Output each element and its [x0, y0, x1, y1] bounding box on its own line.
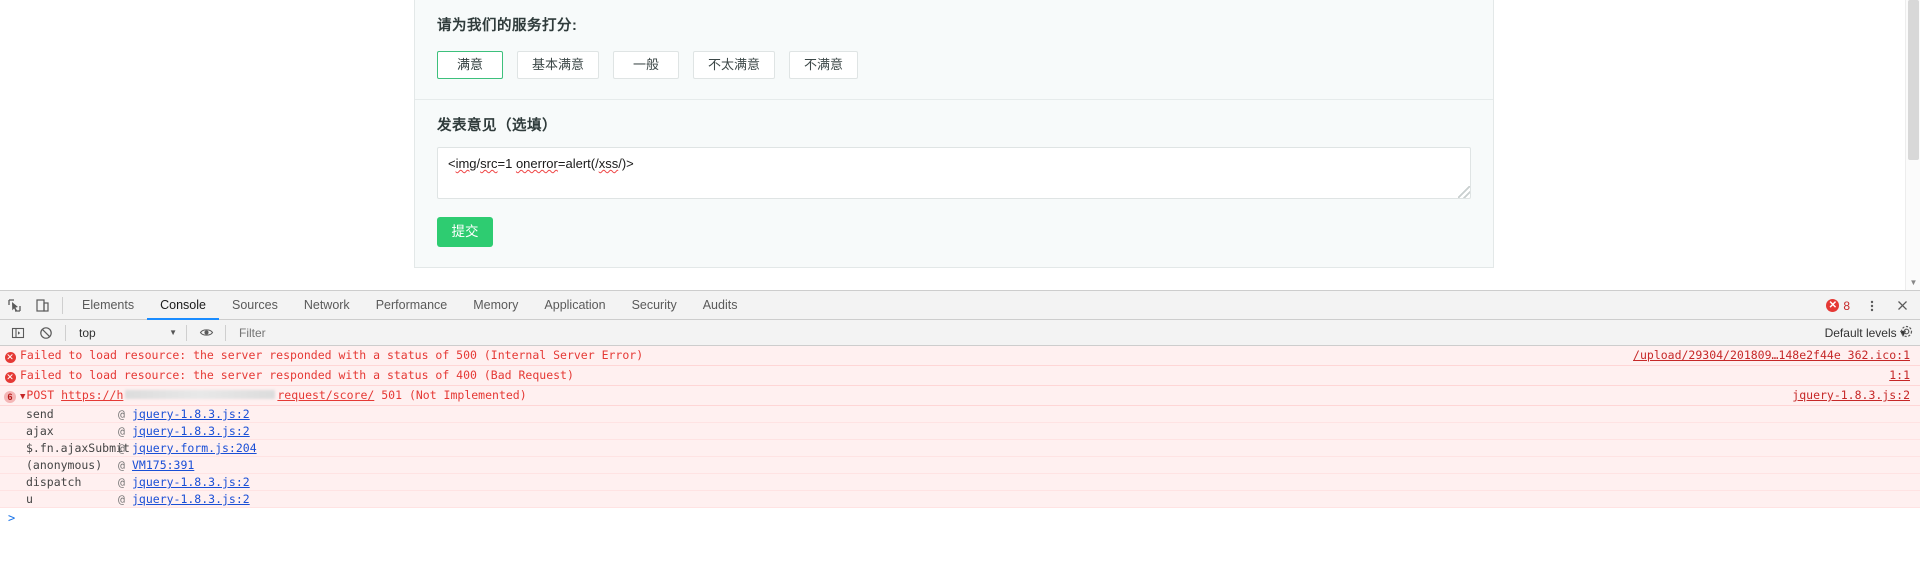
- rating-question-title: 请为我们的服务打分:: [437, 18, 578, 34]
- stack-frame-row: ajax @ jquery-1.8.3.js:2: [0, 423, 1920, 440]
- stack-frame-at: @: [118, 441, 125, 455]
- stack-frame-row: $.fn.ajaxSubmit @ jquery.form.js:204: [0, 440, 1920, 457]
- post-url-suffix: request/score/: [277, 388, 375, 402]
- toolbar-separator-2: [186, 324, 187, 341]
- comment-section: 发表意见（选填） <img/src=1 onerror=alert(/xss/)…: [415, 100, 1493, 267]
- stack-frame-function: dispatch: [26, 475, 82, 489]
- console-message-text: Failed to load resource: the server resp…: [20, 368, 574, 382]
- redacted-url-segment: [125, 390, 276, 399]
- tabbar-separator: [62, 296, 63, 314]
- rating-section: 请为我们的服务打分: 满意 基本满意 一般 不太满意 不满意: [415, 0, 1493, 99]
- rating-options: 满意 基本满意 一般 不太满意 不满意: [437, 51, 1471, 79]
- tab-performance[interactable]: Performance: [363, 291, 461, 320]
- post-method-label: POST: [26, 388, 55, 402]
- comment-input-wrapper: <img/src=1 onerror=alert(/xss/)>: [437, 147, 1471, 199]
- stack-frame-at: @: [118, 407, 125, 421]
- submit-button[interactable]: 提交: [437, 217, 493, 247]
- tab-security[interactable]: Security: [619, 291, 690, 320]
- console-post-error-text: ▼POST https://h request/score/ 501 (Not I…: [20, 388, 1920, 402]
- devtools-tab-list: Elements Console Sources Network Perform…: [69, 291, 750, 320]
- settings-gear-icon[interactable]: [1899, 324, 1914, 339]
- page-scrollbar[interactable]: ▲ ▼: [1905, 0, 1920, 290]
- stack-frame-function: send: [26, 407, 54, 421]
- console-message-source-link[interactable]: /upload/29304/201809…148e2f44e 362.ico:1: [1633, 348, 1910, 362]
- live-expression-icon[interactable]: [192, 319, 220, 347]
- console-message-row[interactable]: ✕ Failed to load resource: the server re…: [0, 346, 1920, 366]
- more-options-icon[interactable]: [1858, 292, 1886, 320]
- clear-console-icon[interactable]: [32, 319, 60, 347]
- error-repeat-count-badge: 6: [0, 388, 20, 403]
- tab-console[interactable]: Console: [147, 291, 219, 320]
- console-prompt-symbol: >: [8, 511, 16, 525]
- stack-frame-source[interactable]: jquery.form.js:204: [132, 441, 257, 455]
- console-filter-input[interactable]: [231, 322, 1815, 343]
- page-scrollbar-thumb[interactable]: [1908, 0, 1919, 160]
- stack-frame-at: @: [118, 424, 125, 438]
- stack-frame-source[interactable]: jquery-1.8.3.js:2: [132, 475, 250, 489]
- error-count-value: 8: [1843, 298, 1850, 313]
- rating-option-unsatisfied[interactable]: 不满意: [789, 51, 859, 79]
- console-sidebar-icon[interactable]: [4, 319, 32, 347]
- survey-card: 请为我们的服务打分: 满意 基本满意 一般 不太满意 不满意 发表意见（选填） …: [414, 0, 1494, 268]
- close-devtools-icon[interactable]: [1888, 292, 1916, 320]
- rating-option-satisfied[interactable]: 满意: [437, 51, 503, 79]
- comment-textarea[interactable]: [437, 147, 1471, 199]
- devtools-tabbar: Elements Console Sources Network Perform…: [0, 291, 1920, 320]
- stack-frame-source[interactable]: jquery-1.8.3.js:2: [132, 492, 250, 506]
- console-post-error-row[interactable]: 6 ▼POST https://h request/score/ 501 (Not…: [0, 386, 1920, 406]
- devtools-tabbar-right: ✕ 8: [1820, 291, 1916, 320]
- console-context-value: top: [79, 325, 96, 340]
- console-filter-toolbar: top ▼ Default levels ▾: [0, 320, 1920, 346]
- stack-frame-source[interactable]: VM175:391: [132, 458, 194, 472]
- rating-option-average[interactable]: 一般: [613, 51, 680, 79]
- scroll-down-arrow[interactable]: ▼: [1906, 275, 1920, 290]
- post-status-text: 501 (Not Implemented): [381, 388, 527, 402]
- error-repeat-count-value: 6: [4, 391, 16, 403]
- stack-frame-function: (anonymous): [26, 458, 103, 472]
- stack-frame-row: dispatch @ jquery-1.8.3.js:2: [0, 474, 1920, 491]
- rating-option-not-very-satisfied[interactable]: 不太满意: [693, 51, 776, 79]
- expand-triangle-icon[interactable]: ▼: [20, 392, 25, 402]
- stack-frame-at: @: [118, 492, 125, 506]
- stack-frame-at: @: [118, 458, 125, 472]
- error-icon: ✕: [4, 372, 16, 383]
- device-toolbar-icon[interactable]: [28, 291, 56, 319]
- stack-frame-row: u @ jquery-1.8.3.js:2: [0, 491, 1920, 508]
- rating-option-mostly-satisfied[interactable]: 基本满意: [517, 51, 600, 79]
- toolbar-separator: [65, 324, 66, 341]
- error-count-badge[interactable]: ✕ 8: [1820, 299, 1856, 313]
- toolbar-separator-3: [225, 324, 226, 341]
- stack-frame-function: u: [26, 492, 33, 506]
- inspect-element-icon[interactable]: [0, 291, 28, 319]
- error-icon: ✕: [4, 352, 16, 363]
- textarea-resize-handle[interactable]: [1458, 186, 1470, 198]
- post-url-prefix: https://h: [61, 388, 124, 402]
- devtools-panel: Elements Console Sources Network Perform…: [0, 290, 1920, 574]
- tab-audits[interactable]: Audits: [690, 291, 751, 320]
- console-message-list: ✕ Failed to load resource: the server re…: [0, 346, 1920, 549]
- web-page-content: 请为我们的服务打分: 满意 基本满意 一般 不太满意 不满意 发表意见（选填） …: [0, 0, 1920, 290]
- stack-frame-source[interactable]: jquery-1.8.3.js:2: [132, 424, 250, 438]
- tab-elements[interactable]: Elements: [69, 291, 147, 320]
- console-message-source-link[interactable]: 1:1: [1889, 368, 1910, 382]
- stack-frame-function: ajax: [26, 424, 54, 438]
- stack-frame-row: send @ jquery-1.8.3.js:2: [0, 406, 1920, 423]
- console-message-row[interactable]: ✕ Failed to load resource: the server re…: [0, 366, 1920, 386]
- console-post-error-source-link[interactable]: jquery-1.8.3.js:2: [1792, 388, 1910, 402]
- tab-memory[interactable]: Memory: [460, 291, 531, 320]
- comment-title: 发表意见（选填）: [437, 118, 557, 134]
- tab-application[interactable]: Application: [531, 291, 618, 320]
- console-prompt[interactable]: >: [0, 508, 1920, 528]
- tab-sources[interactable]: Sources: [219, 291, 291, 320]
- error-icon: ✕: [1826, 299, 1840, 312]
- stack-frame-source[interactable]: jquery-1.8.3.js:2: [132, 407, 250, 421]
- tab-network[interactable]: Network: [291, 291, 363, 320]
- chevron-down-icon: ▼: [169, 328, 177, 337]
- stack-frame-row: (anonymous) @ VM175:391: [0, 457, 1920, 474]
- stack-frame-at: @: [118, 475, 125, 489]
- stack-frame-function: $.fn.ajaxSubmit: [26, 441, 130, 455]
- console-context-selector[interactable]: top ▼: [71, 323, 181, 343]
